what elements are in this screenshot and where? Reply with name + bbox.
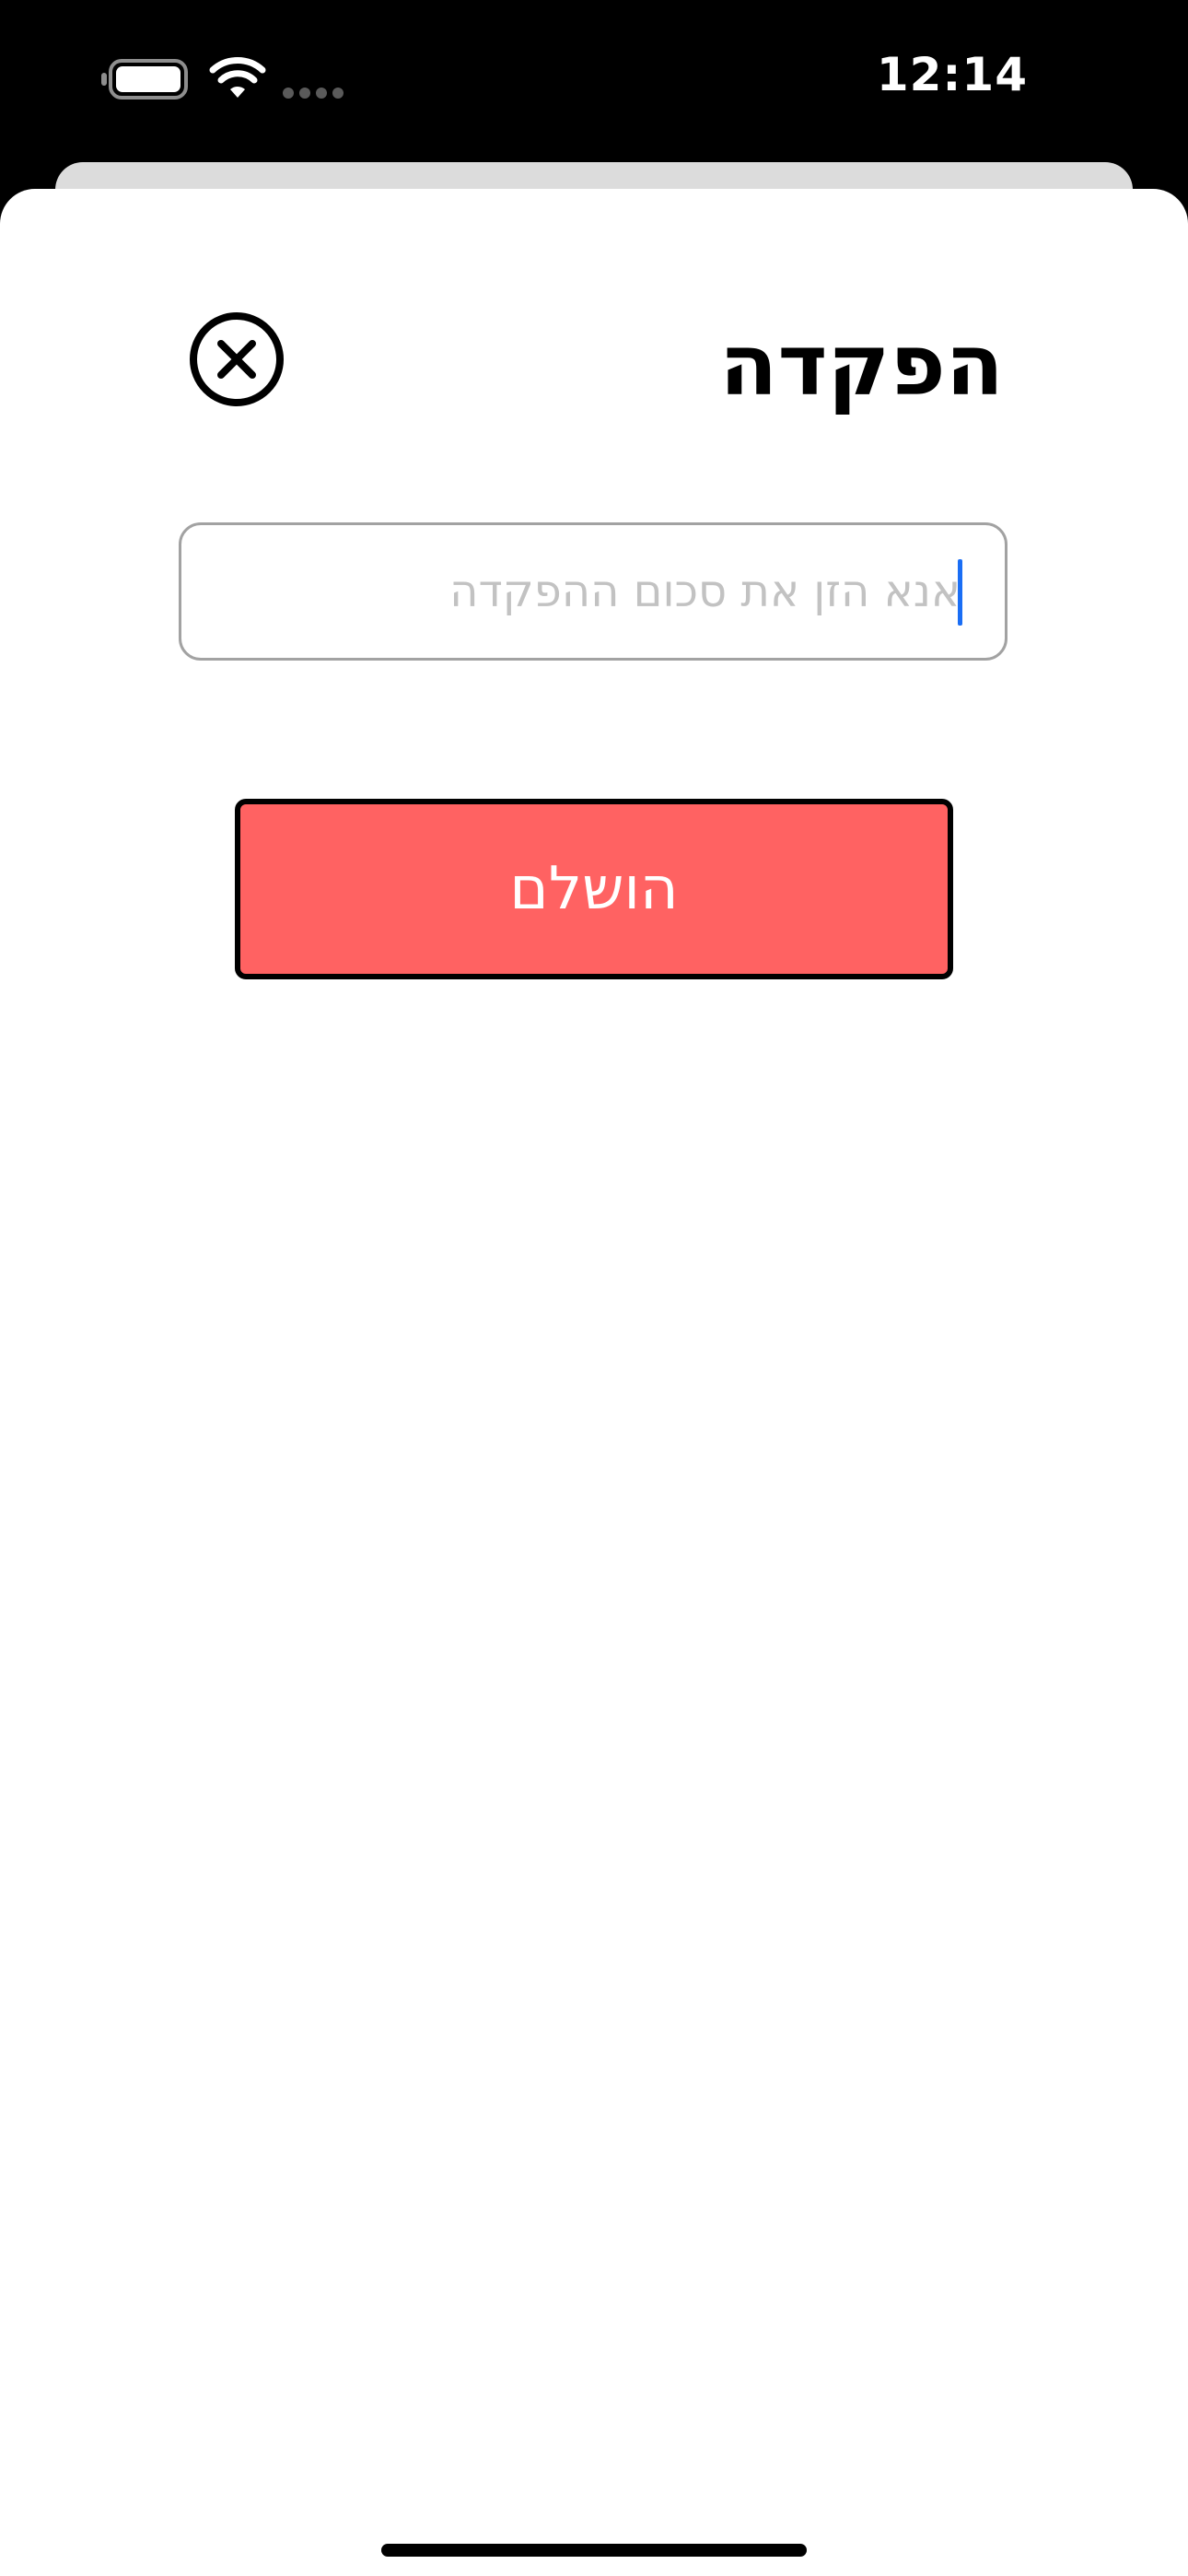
deposit-amount-input[interactable]: [179, 522, 1007, 661]
screen: 12:14 הפקדה הושלם: [0, 0, 1188, 2576]
sheet-title: הפקדה: [719, 316, 1004, 415]
wifi-icon: [209, 57, 266, 98]
status-time: 12:14: [876, 48, 1028, 101]
text-caret: [958, 559, 962, 626]
home-indicator[interactable]: [381, 2544, 807, 2557]
battery-icon: [101, 59, 188, 100]
close-button[interactable]: [188, 310, 285, 408]
deposit-sheet: הפקדה הושלם: [0, 189, 1188, 2576]
complete-button[interactable]: הושלם: [235, 799, 953, 979]
signal-dots-icon: [283, 88, 344, 99]
close-circle-icon: [190, 312, 284, 406]
status-bar: 12:14: [0, 0, 1188, 162]
